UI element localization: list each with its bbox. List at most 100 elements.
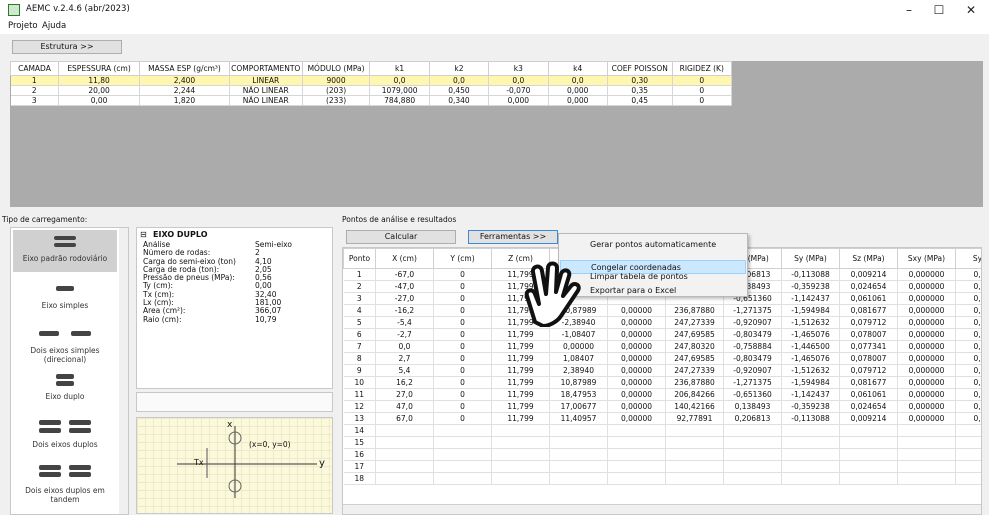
vehicle-item[interactable]: Dois eixos duplos: [11, 440, 119, 449]
result-cell[interactable]: 0,0: [955, 328, 981, 341]
layer-cell[interactable]: 0,0: [369, 75, 430, 86]
result-col-header[interactable]: Syz: [955, 248, 981, 269]
result-cell[interactable]: 0,00000: [549, 340, 608, 353]
result-cell[interactable]: -1,465076: [781, 328, 840, 341]
result-cell[interactable]: 0,0: [955, 376, 981, 389]
layer-col-header[interactable]: k1: [369, 61, 430, 76]
result-cell[interactable]: [665, 448, 724, 461]
result-cell[interactable]: 16: [343, 448, 376, 461]
result-cell[interactable]: 236,87880: [665, 376, 724, 389]
result-cell[interactable]: 0,000000: [897, 352, 956, 365]
result-cell[interactable]: 11,40957: [549, 412, 608, 425]
result-cell[interactable]: 8: [343, 352, 376, 365]
result-cell[interactable]: 4: [343, 304, 376, 317]
result-cell[interactable]: -47,0: [375, 280, 434, 293]
result-cell[interactable]: 0,079712: [839, 316, 898, 329]
result-cell[interactable]: 0,000000: [897, 388, 956, 401]
result-cell[interactable]: 0,0: [955, 316, 981, 329]
result-cell[interactable]: 0,079712: [839, 364, 898, 377]
results-hscrollbar[interactable]: [343, 504, 981, 514]
result-cell[interactable]: 0,000000: [897, 280, 956, 293]
result-cell[interactable]: 0,009214: [839, 412, 898, 425]
layer-cell[interactable]: 0,35: [607, 85, 673, 96]
result-cell[interactable]: 0,138493: [723, 400, 782, 413]
result-cell[interactable]: 0,0: [955, 364, 981, 377]
result-cell[interactable]: [723, 472, 782, 485]
result-cell[interactable]: [433, 436, 492, 449]
result-cell[interactable]: 0: [433, 268, 492, 281]
result-cell[interactable]: [491, 436, 550, 449]
prop-value[interactable]: 32,40: [253, 291, 296, 299]
result-cell[interactable]: -0,359238: [781, 400, 840, 413]
result-cell[interactable]: -0,803479: [723, 352, 782, 365]
result-cell[interactable]: 140,42166: [665, 400, 724, 413]
result-cell[interactable]: -1,08407: [549, 328, 608, 341]
result-cell[interactable]: 0: [433, 316, 492, 329]
result-cell[interactable]: [781, 472, 840, 485]
result-cell[interactable]: 0,061061: [839, 292, 898, 305]
layer-cell[interactable]: 0,000: [548, 95, 608, 106]
result-cell[interactable]: [839, 436, 898, 449]
result-cell[interactable]: 11,799: [491, 388, 550, 401]
result-cell[interactable]: [433, 460, 492, 473]
result-cell[interactable]: [549, 460, 608, 473]
result-cell[interactable]: [781, 424, 840, 437]
result-col-header[interactable]: Y (cm): [433, 248, 492, 269]
result-cell[interactable]: 0,206813: [723, 412, 782, 425]
result-cell[interactable]: 0,024654: [839, 400, 898, 413]
layer-cell[interactable]: 0,0: [429, 75, 490, 86]
result-cell[interactable]: 0,0: [955, 340, 981, 353]
result-cell[interactable]: 0: [433, 292, 492, 305]
result-row[interactable]: 5 -5,4 0 11,799 -2,38940 0,00000 247,27339 -0,9…: [343, 316, 981, 329]
result-cell[interactable]: 0,00000: [607, 400, 666, 413]
result-cell[interactable]: [955, 448, 981, 461]
result-cell[interactable]: -16,2: [375, 304, 434, 317]
result-cell[interactable]: [955, 424, 981, 437]
result-cell[interactable]: 0,078007: [839, 328, 898, 341]
menu-gerar-pontos[interactable]: Gerar pontos automaticamente: [560, 238, 746, 252]
layer-cell[interactable]: 0,30: [607, 75, 673, 86]
result-cell[interactable]: 0,009214: [839, 268, 898, 281]
layer-cell[interactable]: 2,400: [139, 75, 230, 86]
result-cell[interactable]: 2,38940: [549, 364, 608, 377]
result-cell[interactable]: 0,077341: [839, 340, 898, 353]
result-col-header[interactable]: Sz (MPa): [839, 248, 898, 269]
layer-row[interactable]: 3 0,00 1,820 NÃO LINEAR (233) 784,880 0,340 0,0…: [10, 95, 733, 106]
vehicle-item[interactable]: Dois eixos simples (direcional): [11, 346, 119, 364]
result-row[interactable]: 10 16,2 0 11,799 10,87989 0,00000 236,87880 -1,…: [343, 376, 981, 389]
result-cell[interactable]: 0,078007: [839, 352, 898, 365]
result-cell[interactable]: -1,465076: [781, 352, 840, 365]
menu-limpar-tabela[interactable]: Limpar tabela de pontos: [560, 273, 746, 285]
result-cell[interactable]: 0,024654: [839, 280, 898, 293]
result-cell[interactable]: 11,799: [491, 400, 550, 413]
result-cell[interactable]: 0,00000: [607, 328, 666, 341]
layer-cell[interactable]: 0,0: [488, 75, 549, 86]
layer-cell[interactable]: 2: [10, 85, 59, 96]
result-cell[interactable]: 11,799: [491, 412, 550, 425]
layer-cell[interactable]: 0,00: [58, 95, 141, 106]
result-cell[interactable]: -0,920907: [723, 316, 782, 329]
minimize-button[interactable]: –: [894, 2, 924, 18]
result-cell[interactable]: [375, 460, 434, 473]
result-cell[interactable]: -2,7: [375, 328, 434, 341]
result-cell[interactable]: -1,271375: [723, 376, 782, 389]
result-row[interactable]: 9 5,4 0 11,799 2,38940 0,00000 247,27339 -0,920…: [343, 364, 981, 377]
result-cell[interactable]: [375, 472, 434, 485]
result-cell[interactable]: 0,081677: [839, 376, 898, 389]
result-row[interactable]: 11 27,0 0 11,799 18,47953 0,00000 206,84266 -0,…: [343, 388, 981, 401]
result-cell[interactable]: [607, 424, 666, 437]
layer-cell[interactable]: 0: [672, 95, 733, 106]
result-cell[interactable]: [781, 436, 840, 449]
prop-value[interactable]: 10,79: [253, 316, 296, 324]
vehicle-item[interactable]: Dois eixos duplos em tandem: [11, 486, 119, 504]
result-cell[interactable]: [839, 448, 898, 461]
result-cell[interactable]: [723, 448, 782, 461]
result-cell[interactable]: [897, 424, 956, 437]
layer-cell[interactable]: 20,00: [58, 85, 141, 96]
result-cell[interactable]: [897, 460, 956, 473]
result-row[interactable]: 12 47,0 0 11,799 17,00677 0,00000 140,42166 0,1…: [343, 400, 981, 413]
result-cell[interactable]: 0: [433, 364, 492, 377]
layer-cell[interactable]: 1,820: [139, 95, 230, 106]
result-cell[interactable]: 0,00000: [607, 412, 666, 425]
result-cell[interactable]: 2,7: [375, 352, 434, 365]
